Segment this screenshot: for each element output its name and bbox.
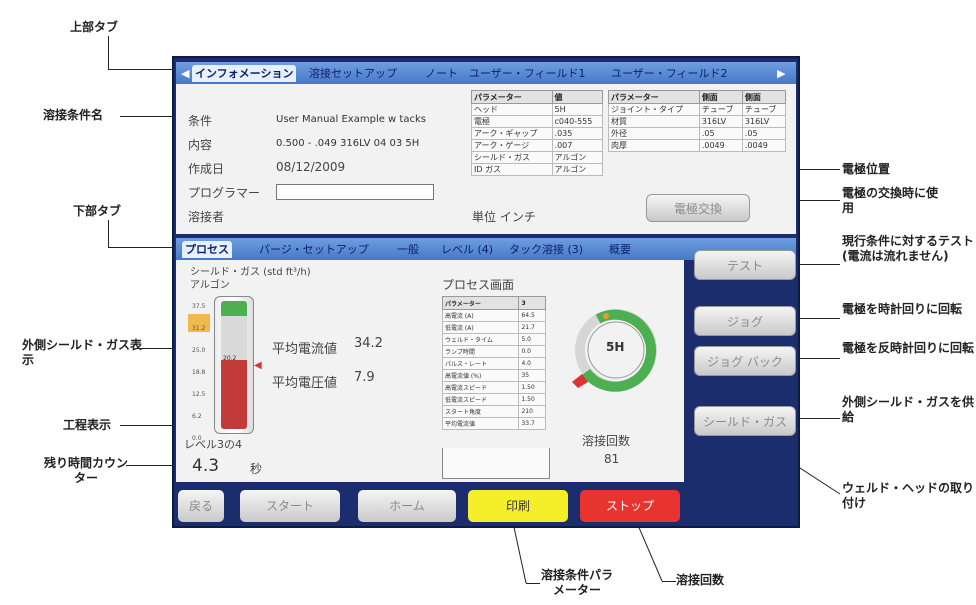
- info-label-welder: 溶接者: [188, 210, 225, 224]
- callout-weld-count: 溶接回数: [676, 573, 725, 587]
- tab-level[interactable]: レベル (4): [438, 241, 496, 258]
- gauge-red-fill: [221, 360, 247, 429]
- tab-information[interactable]: インフォメーション: [192, 65, 297, 82]
- start-button[interactable]: スタート: [240, 490, 340, 522]
- gauge-value-label: 20.2: [223, 355, 237, 362]
- process-screen-title: プロセス画面: [442, 278, 515, 292]
- callout-electrode-position: 電極位置: [842, 162, 891, 176]
- tab-general[interactable]: 一般: [394, 241, 422, 258]
- callout-outer-gas: 外側シールド・ガス表示: [22, 338, 143, 367]
- remaining-time-value: 4.3: [192, 456, 220, 476]
- tab-purge-setup[interactable]: パージ・セットアップ: [256, 241, 372, 258]
- avg-current-value: 34.2: [354, 336, 383, 351]
- gauge-tube: [221, 301, 247, 429]
- gas-type: アルゴン: [190, 280, 230, 291]
- callout-top-tab: 上部タブ: [70, 20, 119, 34]
- gas-gauge: 20.2: [214, 296, 254, 434]
- weld-count-label: 溶接回数: [582, 434, 631, 448]
- shield-gas-button[interactable]: シールド・ガス: [694, 406, 796, 436]
- info-label-description: 内容: [188, 138, 213, 152]
- home-button[interactable]: ホーム: [358, 490, 456, 522]
- electrode-change-button[interactable]: 電極交換: [646, 194, 750, 222]
- info-label-created: 作成日: [188, 162, 225, 176]
- back-button[interactable]: 戻る: [178, 490, 224, 522]
- callout-jog-cw: 電極を時計回りに回転: [842, 302, 963, 316]
- tab-scroll-left-icon[interactable]: ◀: [178, 65, 192, 82]
- remaining-time-unit: 秒: [250, 462, 263, 476]
- top-tab-bar: ◀ インフォメーション 溶接セットアップ ノート ユーザー・フィールド1 ユーザ…: [176, 62, 796, 84]
- programmer-field[interactable]: [276, 184, 434, 200]
- info-value-condition: User Manual Example w tacks: [276, 114, 426, 125]
- tab-tack-weld[interactable]: タック溶接 (3): [506, 241, 586, 258]
- callout-test: 現行条件に対するテスト (電流は流れません): [842, 234, 975, 263]
- unit-label: 単位 インチ: [472, 210, 536, 224]
- jog-back-button[interactable]: ジョグ バック: [694, 346, 796, 376]
- avg-voltage-value: 7.9: [354, 370, 375, 385]
- gauge-green-fill: [221, 301, 247, 316]
- avg-voltage-label: 平均電圧値: [272, 376, 338, 391]
- tab-scroll-right-icon[interactable]: ▶: [774, 65, 788, 82]
- process-panel: シールド・ガス (std ft³/h) アルゴン 20.2 ◀ 37.5 31.…: [176, 260, 684, 482]
- callout-process-display: 工程表示: [63, 418, 112, 432]
- callout-bottom-tab: 下部タブ: [73, 204, 122, 218]
- stop-button[interactable]: ストップ: [580, 490, 680, 522]
- gauge-pointer-icon: ◀: [254, 360, 262, 371]
- tab-user-field-2[interactable]: ユーザー・フィールド2: [608, 65, 731, 82]
- param-table: パラメーター値 ヘッド 5H 電極 c040-555 アーク・ギャップ .035 アー…: [471, 90, 604, 176]
- info-value-description: 0.500 - .049 316LV 04 03 5H: [276, 138, 420, 149]
- info-value-created: 08/12/2009: [276, 160, 346, 174]
- callout-jog-ccw: 電極を反時計回りに回転: [842, 341, 975, 355]
- test-button[interactable]: テスト: [694, 250, 796, 280]
- info-panel: 条件 User Manual Example w tacks 内容 0.500 …: [176, 84, 796, 234]
- head-label: 5H: [606, 340, 625, 354]
- info-label-programmer: プログラマー: [188, 186, 261, 200]
- device-screen: ◀ インフォメーション 溶接セットアップ ノート ユーザー・フィールド1 ユーザ…: [172, 56, 800, 528]
- side-table: パラメーター 側面 側面 ジョイント・タイプ チューブ チューブ 材質 316LV 316L…: [608, 90, 787, 152]
- callout-weld-head: ウェルド・ヘッドの取り付け: [842, 481, 975, 510]
- info-label-condition: 条件: [188, 114, 213, 128]
- tab-user-field-1[interactable]: ユーザー・フィールド1: [466, 65, 589, 82]
- weld-count-value: 81: [604, 452, 620, 466]
- callout-weld-params: 溶接条件パラメーター: [540, 568, 613, 597]
- jog-button[interactable]: ジョグ: [694, 306, 796, 336]
- tab-process[interactable]: プロセス: [182, 241, 232, 258]
- callout-condition-name: 溶接条件名: [43, 108, 104, 122]
- avg-current-label: 平均電流値: [272, 342, 338, 357]
- level-text: レベル3の4: [184, 438, 242, 451]
- process-table-blank: [442, 448, 550, 479]
- tab-summary[interactable]: 概要: [606, 241, 634, 258]
- callout-electrode-change: 電極の交換時に使用: [842, 186, 939, 215]
- tab-notes[interactable]: ノート: [422, 65, 461, 82]
- callout-supply-gas: 外側シールド・ガスを供給: [842, 395, 975, 424]
- gauge-ticks: 37.5 31.2 25.0 18.8 12.5 6.2 0.0: [192, 303, 206, 442]
- print-button[interactable]: 印刷: [468, 490, 568, 522]
- process-param-table: パラメーター 3 高電流 (A) 64.5 低電流 (A) 21.7 ウェルド・タイム…: [441, 296, 546, 430]
- tab-weld-setup[interactable]: 溶接セットアップ: [306, 65, 400, 82]
- callout-remaining-counter: 残り時間カウンター: [44, 456, 129, 485]
